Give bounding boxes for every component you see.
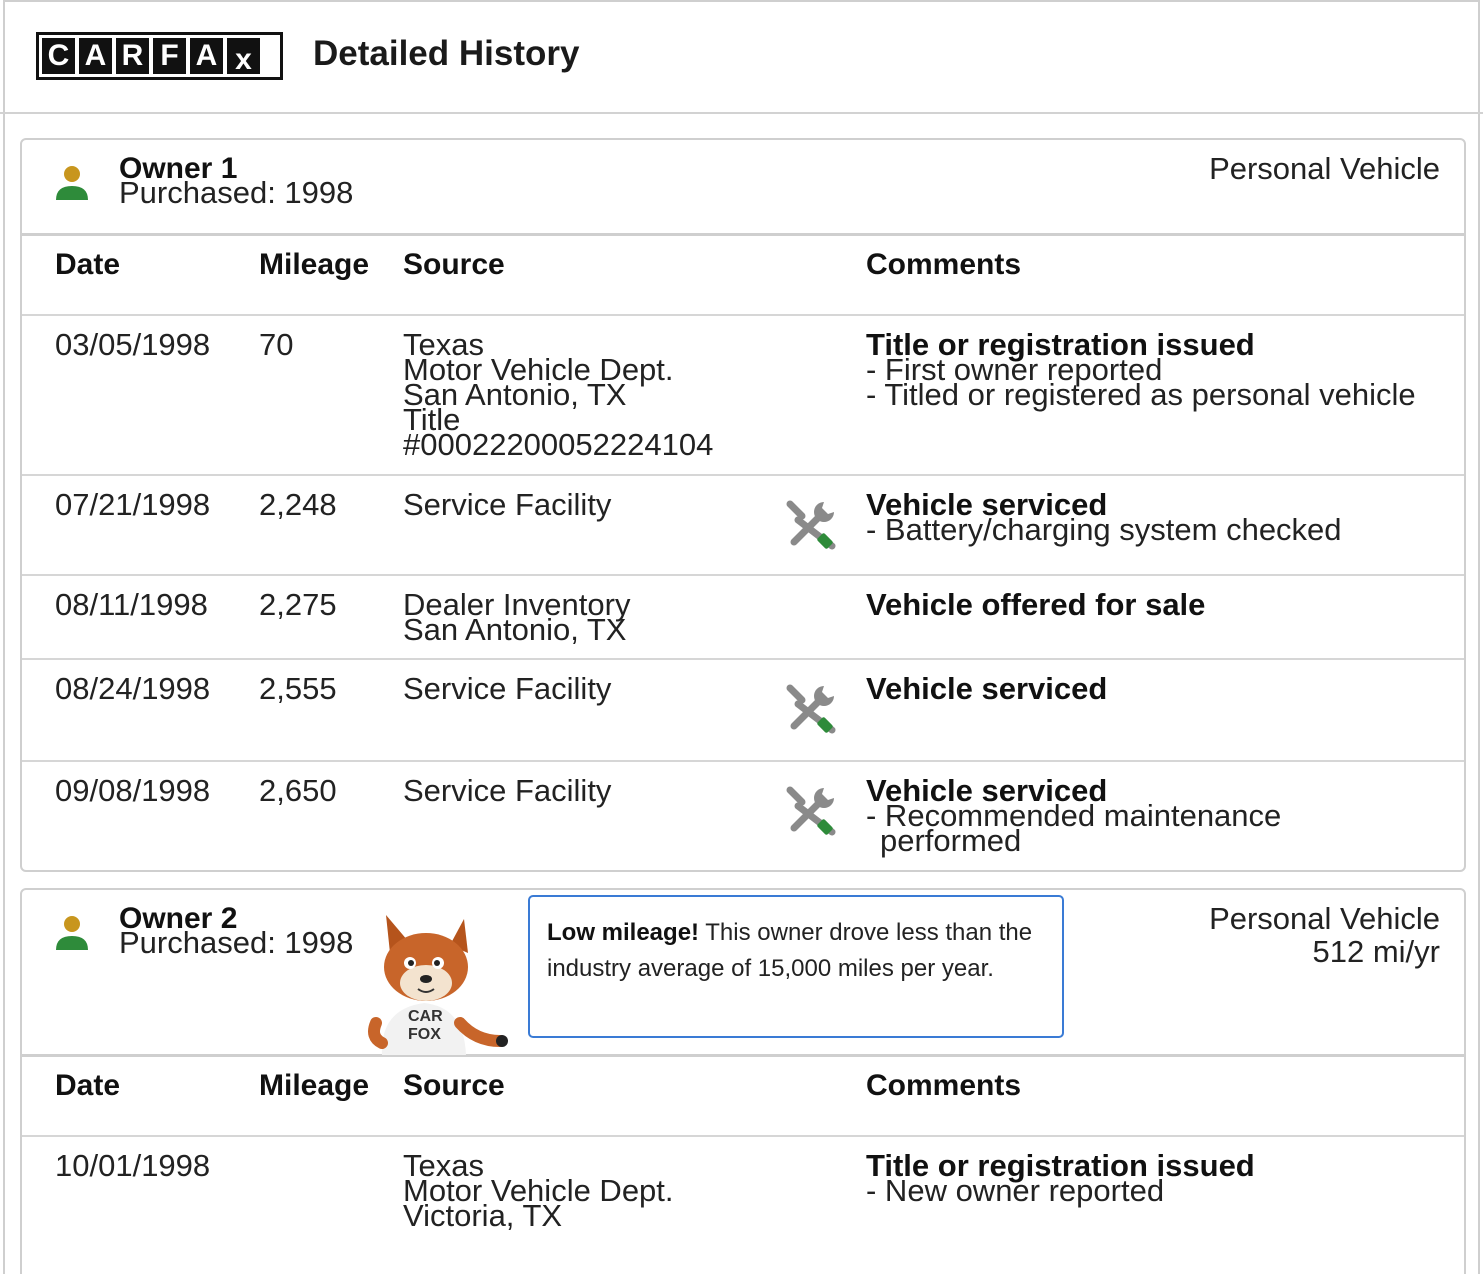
row-mileage: 2,555 [259,671,337,706]
row-date: 08/24/1998 [55,671,211,706]
svg-text:CAR: CAR [408,1008,443,1025]
annual-mileage: 512 mi/yr [1312,934,1440,969]
row-source: Texas Motor Vehicle Dept. San Antonio, T… [403,329,714,462]
row-source: Service Facility [403,773,612,808]
owner-purchased: Purchased: 1998 [119,925,354,960]
owner-card: Owner 1 Purchased: 1998 Personal Vehicle… [20,138,1466,872]
low-mileage-callout: Low mileage! This owner drove less than … [528,895,1064,1038]
source-line: Service Facility [403,671,612,706]
history-row: 07/21/1998 2,248 Service Facility Vehicl… [22,476,1464,576]
logo-letter: R [116,38,149,74]
column-header-date: Date [55,1069,121,1102]
carfax-logo: C A R F A X [36,32,283,80]
vehicle-use-type: Personal Vehicle [1209,151,1440,186]
comment-detail: - Battery/charging system checked [866,512,1342,547]
history-row: 10/01/1998 Texas Motor Vehicle Dept. Vic… [22,1137,1464,1274]
wrench-icon [786,786,836,836]
row-source: Service Facility [403,487,612,522]
row-comments: Title or registration issued - New owner… [866,1150,1255,1206]
history-row: 09/08/1998 2,650 Service Facility Vehicl… [22,762,1464,868]
column-header-comments: Comments [866,1069,1022,1102]
column-header-comments: Comments [866,248,1022,281]
vehicle-use-label: Personal Vehicle [1209,901,1440,936]
column-header-source: Source [403,1069,505,1102]
row-mileage: 2,248 [259,487,337,522]
svg-text:FOX: FOX [408,1026,441,1043]
person-icon [56,166,88,200]
table-header: Date Mileage Source Comments [22,1057,1464,1137]
table-header: Date Mileage Source Comments [22,236,1464,316]
row-comments: Title or registration issued - First own… [866,329,1416,412]
row-date: 03/05/1998 [55,327,211,362]
row-comments: Vehicle serviced - Recommended maintenan… [866,775,1336,858]
logo-letter: A [190,38,223,74]
logo-letter: C [42,38,75,74]
page-title: Detailed History [313,34,580,73]
source-line: Service Facility [403,773,612,808]
row-source: Texas Motor Vehicle Dept. Victoria, TX [403,1150,674,1231]
wrench-icon [786,500,836,550]
row-mileage: 2,650 [259,773,337,808]
row-comments: Vehicle offered for sale [866,587,1206,622]
column-header-mileage: Mileage [259,248,370,281]
row-date: 08/11/1998 [55,587,208,622]
row-date: 09/08/1998 [55,773,211,808]
column-header-mileage: Mileage [259,1069,370,1102]
logo-letter: X [227,38,260,76]
person-icon [56,916,88,950]
column-header-source: Source [403,248,505,281]
logo-letter: A [79,38,112,74]
comment-detail: - Titled or registered as personal vehic… [866,377,1416,412]
logo-letter: F [153,38,186,74]
row-date: 07/21/1998 [55,487,211,522]
row-mileage: 70 [259,327,294,362]
vehicle-use-type: Personal Vehicle 512 mi/yr [1209,902,1440,968]
column-header-date: Date [55,248,121,281]
source-line: Service Facility [403,487,612,522]
history-row: 03/05/1998 70 Texas Motor Vehicle Dept. … [22,316,1464,476]
carfox-mascot-illustration: CAR FOX [368,915,508,1055]
wrench-icon [786,684,836,734]
row-source: Dealer Inventory San Antonio, TX [403,589,630,647]
owner-header: Owner 1 Purchased: 1998 Personal Vehicle [22,140,1464,236]
comment-title: Vehicle serviced [866,671,1108,706]
history-row: 08/24/1998 2,555 Service Facility Vehicl… [22,660,1464,762]
owner-purchased: Purchased: 1998 [119,175,354,210]
source-line: #00022200052224104 [403,427,714,462]
callout-highlight: Low mileage! [547,919,700,946]
source-line: San Antonio, TX [403,612,627,647]
history-row: 08/11/1998 2,275 Dealer Inventory San An… [22,576,1464,660]
row-source: Service Facility [403,671,612,706]
comment-title: Vehicle offered for sale [866,587,1206,622]
row-mileage: 2,275 [259,587,337,622]
report-header: C A R F A X Detailed History [0,0,1483,114]
row-date: 10/01/1998 [55,1148,211,1183]
row-comments: Vehicle serviced - Battery/charging syst… [866,489,1342,547]
comment-detail: - Recommended maintenance performed [866,798,1282,858]
row-comments: Vehicle serviced [866,671,1108,706]
